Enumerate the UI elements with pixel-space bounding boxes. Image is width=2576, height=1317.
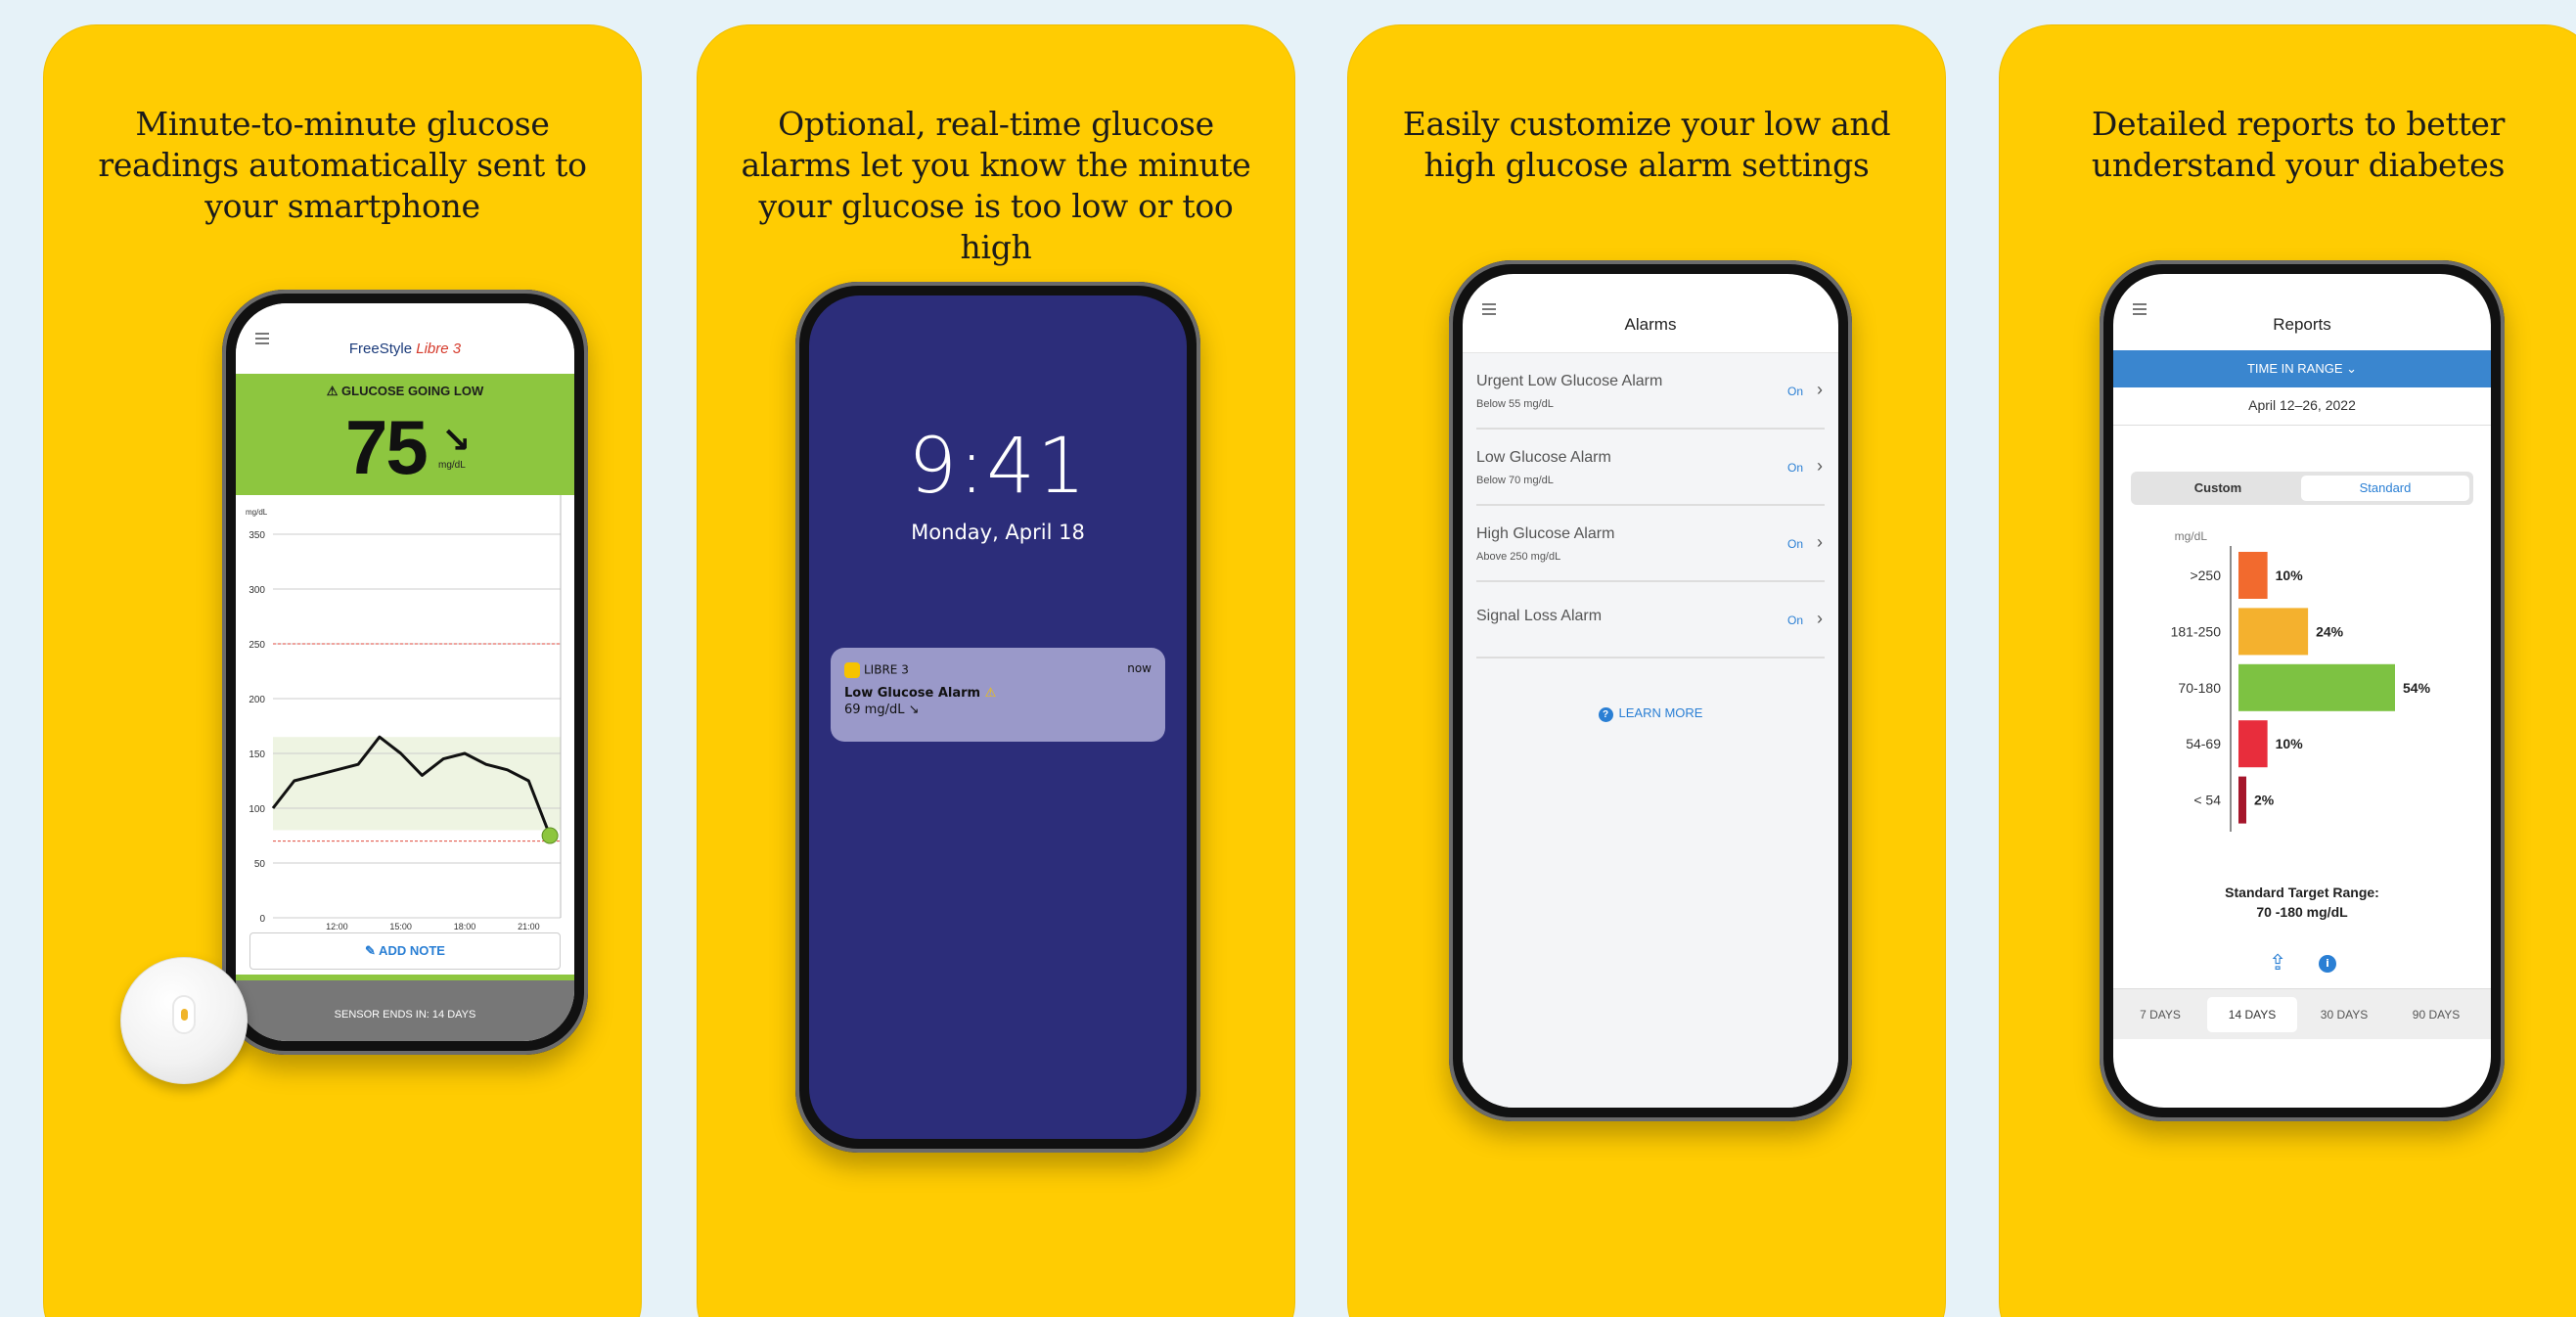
alarm-list: Urgent Low Glucose Alarm Below 55 mg/dL O… [1463,352,1838,1108]
card-alarms: Optional, real-time glucose alarms let y… [697,24,1295,1317]
card-reports: Detailed reports to better understand yo… [1999,24,2576,1317]
y-tick-label: 50 [254,859,266,870]
data-label: 10% [2276,736,2304,751]
alarm-item-high[interactable]: High Glucose Alarm Above 250 mg/dL On › [1476,506,1825,582]
days-30[interactable]: 30 DAYS [2299,997,2389,1032]
days-14[interactable]: 14 DAYS [2207,997,2297,1032]
bar [2238,552,2268,599]
glucose-graph: mg/dL 350 300 250 200 150 100 50 0 12:00 15:00 18:0… [236,495,574,970]
category-label: < 54 [2193,793,2221,808]
glucose-line-chart: mg/dL 350 300 250 200 150 100 50 0 12:00 15:00 18:0… [246,495,562,931]
lock-screen: 9:41 Monday, April 18 LIBRE 3 now Low Gl… [809,295,1187,1139]
help-icon: ? [1598,707,1613,722]
x-tick-label: 15:00 [389,922,412,931]
days-7[interactable]: 7 DAYS [2115,997,2205,1032]
card-caption: Optional, real-time glucose alarms let y… [741,105,1251,266]
time-in-range-chart: mg/dL >250 10% 181-250 24% 70-180 54% 54-69 10% <… [2171,529,2431,832]
toggle-standard[interactable]: Standard [2301,476,2469,501]
category-label: 70-180 [2178,680,2221,696]
notification-app: LIBRE 3 [864,662,909,677]
notification-value: 69 mg/dL ↘ [844,703,920,717]
x-tick-label: 21:00 [518,922,540,931]
alarm-item-signal-loss[interactable]: Signal Loss Alarm On › [1476,582,1825,658]
y-tick-label: 100 [249,804,265,815]
report-date-range: April 12–26, 2022 [2248,397,2356,413]
data-label: 24% [2316,623,2344,639]
lock-date: Monday, April 18 [911,521,1085,544]
card-alarm-settings: Easily customize your low and high gluco… [1347,24,1946,1317]
notification-time: now [1127,661,1152,675]
bar [2238,720,2268,768]
category-label: 181-250 [2171,623,2222,639]
bar [2238,608,2309,656]
y-tick-label: 300 [249,585,265,596]
glucose-alert: ⚠ GLUCOSE GOING LOW [326,384,484,398]
card-glucose-readings: Minute-to-minute glucose readings automa… [43,24,642,1317]
data-label: 2% [2254,793,2275,808]
x-tick-label: 12:00 [326,922,348,931]
libre-app-icon [844,661,860,678]
y-axis-label: mg/dL [2175,529,2208,543]
toggle-custom[interactable]: Custom [2135,476,2301,501]
chevron-right-icon: › [1817,532,1823,552]
glucose-panel: ⚠ GLUCOSE GOING LOW 75 ↘ mg/dL [236,374,574,495]
screen-title: Alarms [1624,315,1677,334]
phone-mockup: Reports TIME IN RANGE ⌄ April 12–26, 202… [2100,260,2505,1121]
sensor-status: SENSOR ENDS IN: 14 DAYS [236,975,574,1041]
card-caption: Minute-to-minute glucose readings automa… [98,105,587,225]
data-label: 54% [2403,680,2431,696]
glucose-unit: mg/dL [438,460,466,471]
alarm-state: On [1786,385,1803,398]
y-tick-label: 200 [249,695,265,705]
days-selector: 7 DAYS 14 DAYS 30 DAYS 90 DAYS [2113,988,2491,1039]
current-reading-point [541,827,559,844]
y-tick-label: 150 [249,749,265,760]
x-tick-label: 18:00 [454,922,476,931]
bar [2238,663,2395,711]
card-caption: Detailed reports to better understand yo… [2091,105,2506,184]
days-90[interactable]: 90 DAYS [2391,997,2481,1032]
screen-title: Reports [2273,315,2331,334]
target-range-band [273,737,561,831]
card-caption: Easily customize your low and high gluco… [1402,105,1891,184]
y-tick-label: 250 [249,640,265,651]
brand-logo: FreeStyle Libre 3 [348,341,462,357]
phone-mockup: FreeStyle Libre 3 ⚠ GLUCOSE GOING LOW 75… [222,290,588,1055]
chevron-right-icon: › [1817,456,1823,476]
learn-more-link[interactable]: ? LEARN MORE [1463,705,1838,722]
data-label: 10% [2276,568,2304,583]
category-label: >250 [2190,568,2221,583]
lock-time: 9:41 [908,423,1088,511]
alarm-item-low[interactable]: Low Glucose Alarm Below 70 mg/dL On › [1476,430,1825,506]
info-icon[interactable]: i [2319,955,2336,973]
alarm-state: On [1786,461,1803,475]
phone-screen: Reports TIME IN RANGE ⌄ April 12–26, 202… [2113,274,2491,1108]
alarm-state: On [1786,537,1803,551]
phone-mockup: 9:41 Monday, April 18 LIBRE 3 now Low Gl… [795,282,1200,1153]
chevron-right-icon: › [1817,380,1823,399]
app-header: FreeStyle Libre 3 [236,303,574,374]
notification-title: Low Glucose Alarm ⚠ [844,686,997,701]
add-note-button[interactable]: ✎ ADD NOTE [249,932,561,970]
range-toggle: Custom Standard [2131,472,2473,505]
phone-screen: Alarms Urgent Low Glucose Alarm Below 55 … [1463,274,1838,1108]
phone-screen: FreeStyle Libre 3 ⚠ GLUCOSE GOING LOW 75… [236,303,574,1041]
target-range-text: Standard Target Range: 70 -180 mg/dL [2225,885,2379,920]
chevron-right-icon: › [1817,609,1823,628]
bar [2238,776,2246,824]
warning-icon: ⚠ [984,686,997,701]
y-axis-label: mg/dL [246,508,268,517]
y-tick-label: 350 [249,530,265,541]
category-label: 54-69 [2186,736,2221,751]
share-icon[interactable]: ⇪ [2269,951,2286,976]
sensor-device-image [120,957,248,1084]
alarm-notification[interactable]: LIBRE 3 now Low Glucose Alarm ⚠ 69 mg/dL… [831,648,1165,742]
trend-arrow-icon: ↘ [441,421,472,461]
report-type-dropdown[interactable]: TIME IN RANGE ⌄ [2113,350,2491,387]
alarm-state: On [1786,613,1803,627]
alarm-item-urgent-low[interactable]: Urgent Low Glucose Alarm Below 55 mg/dL O… [1476,353,1825,430]
glucose-value: 75 [345,404,429,490]
phone-mockup: Alarms Urgent Low Glucose Alarm Below 55 … [1449,260,1852,1121]
y-tick-label: 0 [259,914,265,925]
